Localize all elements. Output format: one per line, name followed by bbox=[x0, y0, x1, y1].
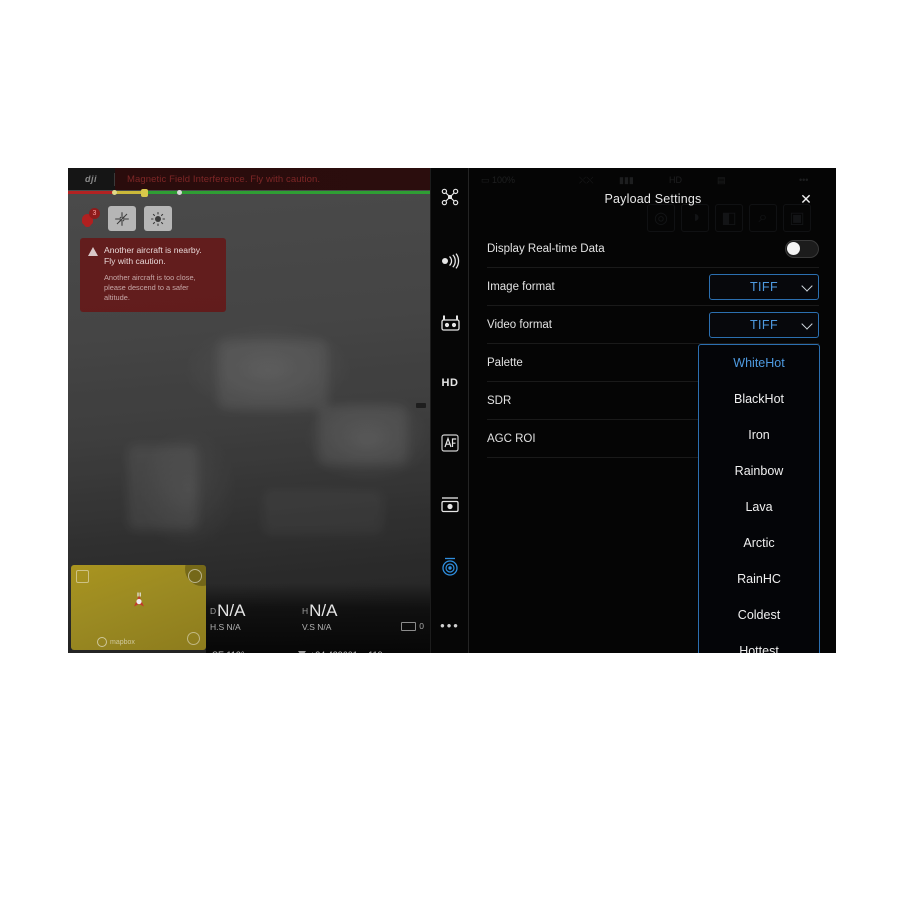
ghost-battery-icon: ▭ 100% bbox=[481, 175, 516, 185]
aircraft-status-icon[interactable] bbox=[431, 180, 469, 214]
status-segment-red bbox=[68, 191, 114, 194]
notification-count-badge: 3 bbox=[89, 207, 100, 219]
row-video-format[interactable]: Video format TIFF bbox=[487, 306, 819, 344]
feed-top-bar: dji Magnetic Field Interference. Fly wit… bbox=[68, 168, 430, 190]
minimap-layers-icon[interactable] bbox=[187, 632, 200, 645]
panel-title: Payload Settings bbox=[604, 192, 702, 206]
flight-assistance-icon[interactable] bbox=[431, 426, 469, 460]
ghost-more-icon: ••• bbox=[799, 175, 809, 185]
telemetry-battery: 0 bbox=[401, 621, 424, 631]
gimbal-settings-icon[interactable] bbox=[431, 550, 469, 584]
dji-pilot-app-window: dji Magnetic Field Interference. Fly wit… bbox=[68, 168, 836, 653]
spotlight-icon[interactable] bbox=[144, 206, 172, 231]
aircraft-proximity-warning-card: Another aircraft is nearby. Fly with cau… bbox=[80, 238, 226, 312]
image-format-value: TIFF bbox=[750, 279, 778, 294]
feed-quick-actions: 3 bbox=[80, 206, 172, 231]
dropdown-option-arctic[interactable]: Arctic bbox=[699, 525, 819, 561]
feed-edge-widget[interactable] bbox=[416, 403, 426, 408]
minimap-attribution: mapbox bbox=[97, 637, 135, 647]
row-label: Video format bbox=[487, 318, 552, 331]
video-format-select[interactable]: TIFF bbox=[709, 311, 819, 338]
dropdown-option-iron[interactable]: Iron bbox=[699, 417, 819, 453]
distance-value: N/A bbox=[217, 601, 246, 620]
drone-marker-icon bbox=[129, 592, 149, 616]
mapbox-logo-icon bbox=[97, 637, 107, 647]
display-realtime-data-toggle[interactable] bbox=[785, 239, 819, 258]
ghost-gps-icon: ▮▮▮ bbox=[619, 175, 634, 185]
chevron-down-icon bbox=[801, 317, 813, 330]
row-label: SDR bbox=[487, 394, 512, 407]
ghost-mode-icon: ◑ bbox=[681, 204, 709, 232]
screenshot-canvas: dji Magnetic Field Interference. Fly wit… bbox=[0, 0, 900, 900]
more-options-icon[interactable]: ••• bbox=[431, 608, 469, 642]
ghost-hd-icon: HD bbox=[669, 175, 682, 185]
dropdown-option-rainhc[interactable]: RainHC bbox=[699, 561, 819, 597]
background-camera-toolbar-ghost: ◎ ◑ ◧ ⌕ ▣ bbox=[647, 204, 811, 232]
dropdown-option-lava[interactable]: Lava bbox=[699, 489, 819, 525]
flight-status-bar bbox=[68, 189, 430, 197]
warning-triangle-icon bbox=[88, 247, 98, 256]
right-icon-rail: HD ••• bbox=[430, 168, 469, 653]
minimap-recenter-icon[interactable] bbox=[188, 569, 202, 583]
dropdown-option-blackhot[interactable]: BlackHot bbox=[699, 381, 819, 417]
telemetry-strip: DN/A H.S N/A HN/A V.S N/A 0 SE 113° +34.… bbox=[206, 583, 430, 653]
ghost-split-icon: ◧ bbox=[715, 204, 743, 232]
status-marker-current bbox=[141, 189, 148, 197]
ghost-signal-icon: ⤬⤬ bbox=[579, 175, 594, 185]
vs-label: V.S bbox=[302, 622, 315, 632]
dropdown-option-coldest[interactable]: Coldest bbox=[699, 597, 819, 633]
payload-settings-panel: ▭ 100% ⤬⤬ ▮▮▮ HD ▤ ••• ◎ ◑ ◧ ⌕ ▣ Payload… bbox=[468, 168, 836, 653]
coordinates-value: +34.429601 , -119. bbox=[310, 650, 385, 653]
hd-quality-icon[interactable]: HD bbox=[431, 366, 469, 400]
remote-controller-icon[interactable] bbox=[431, 306, 469, 340]
telemetry-height: HN/A V.S N/A bbox=[302, 601, 337, 632]
palette-dropdown-list[interactable]: WhiteHot BlackHot Iron Rainbow Lava Arct… bbox=[698, 344, 820, 653]
toggle-knob bbox=[787, 241, 800, 255]
row-image-format[interactable]: Image format TIFF bbox=[487, 268, 819, 306]
background-status-bar-ghost: ▭ 100% ⤬⤬ ▮▮▮ HD ▤ ••• bbox=[469, 172, 836, 194]
heading-value: SE 113° bbox=[212, 650, 244, 653]
status-dot-1 bbox=[112, 190, 117, 195]
height-value: N/A bbox=[309, 601, 338, 620]
ghost-fc-icon: ◎ bbox=[647, 204, 675, 232]
notification-bell[interactable]: 3 bbox=[80, 207, 100, 230]
ghost-zoom-icon: ⌕ bbox=[749, 204, 777, 232]
row-display-realtime-data[interactable]: Display Real-time Data bbox=[487, 230, 819, 268]
row-label: Palette bbox=[487, 356, 523, 369]
dropdown-option-hottest[interactable]: Hottest bbox=[699, 633, 819, 653]
telemetry-distance: DN/A H.S N/A bbox=[210, 601, 245, 632]
transmission-signal-icon[interactable] bbox=[431, 244, 469, 278]
camera-settings-icon[interactable] bbox=[431, 488, 469, 522]
thermal-video-feed[interactable]: dji Magnetic Field Interference. Fly wit… bbox=[68, 168, 430, 653]
dropdown-option-rainbow[interactable]: Rainbow bbox=[699, 453, 819, 489]
dropdown-option-whitehot[interactable]: WhiteHot bbox=[699, 345, 819, 381]
vs-value: N/A bbox=[317, 622, 332, 632]
status-segment-green bbox=[146, 191, 430, 194]
warning-card-body: Another aircraft is too close, please de… bbox=[104, 273, 196, 302]
image-format-select[interactable]: TIFF bbox=[709, 273, 819, 300]
minimap[interactable]: mapbox bbox=[71, 565, 206, 650]
status-dot-2 bbox=[177, 190, 182, 195]
video-format-value: TIFF bbox=[750, 317, 778, 332]
dji-logo: dji bbox=[85, 174, 97, 184]
hs-value: N/A bbox=[226, 622, 241, 632]
mapbox-attribution-label: mapbox bbox=[110, 638, 135, 646]
warning-card-title: Another aircraft is nearby. Fly with cau… bbox=[104, 245, 202, 266]
row-label: Image format bbox=[487, 280, 555, 293]
magnetic-interference-banner: Magnetic Field Interference. Fly with ca… bbox=[127, 173, 321, 185]
chevron-down-icon bbox=[801, 279, 813, 292]
ghost-photo-icon: ▣ bbox=[783, 204, 811, 232]
ghost-storage-icon: ▤ bbox=[717, 175, 726, 185]
hs-label: H.S bbox=[210, 622, 225, 632]
gps-pin-icon bbox=[298, 651, 306, 653]
minimap-expand-icon[interactable] bbox=[76, 570, 89, 583]
battery-icon bbox=[401, 621, 417, 631]
row-label: Display Real-time Data bbox=[487, 242, 605, 255]
gimbal-recenter-icon[interactable] bbox=[108, 206, 136, 231]
row-label: AGC ROI bbox=[487, 432, 536, 445]
battery-value: 0 bbox=[419, 621, 424, 631]
distance-label: D bbox=[210, 606, 217, 616]
height-label: H bbox=[302, 606, 309, 616]
close-icon[interactable]: ✕ bbox=[797, 190, 815, 208]
